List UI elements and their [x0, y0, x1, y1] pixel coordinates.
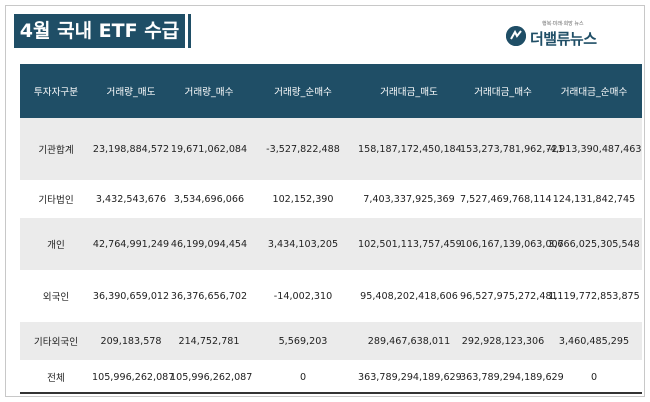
table-row: 전체 105,996,262,087 105,996,262,087 0 363… — [20, 360, 642, 394]
table-row: 개인 42,764,991,249 46,199,094,454 3,434,1… — [20, 218, 642, 270]
cell-value: 95,408,202,418,606 — [360, 290, 458, 302]
page-title: 4월 국내 ETF 수급 — [14, 14, 188, 48]
cell-value: 289,467,638,011 — [358, 322, 460, 360]
cell-value: 363,789,294,189,629 — [460, 371, 564, 383]
cell-value: 3,534,696,066 — [173, 193, 245, 205]
header-investor-type: 투자자구분 — [20, 64, 92, 118]
cell-value: 36,376,656,702 — [170, 290, 248, 302]
cell-value: 96,527,975,272,481 — [460, 290, 558, 302]
cell-value: 23,198,884,572 — [92, 118, 170, 180]
cell-value: 42,764,991,249 — [92, 218, 170, 270]
header-volume-sell: 거래량_매도 — [92, 64, 170, 118]
cell-value: 363,789,294,189,629 — [358, 371, 462, 383]
content-frame: 4월 국내 ETF 수급 행복·미래·희망 뉴스 더밸류뉴스 투자자구분 거래량… — [5, 5, 645, 397]
cell-value: 36,390,659,012 — [92, 290, 170, 302]
cell-investor: 외국인 — [42, 292, 70, 303]
cell-value: 105,996,262,087 — [170, 371, 253, 383]
header-amount-sell: 거래대금_매도 — [358, 64, 460, 118]
cell-investor: 기타외국인 — [20, 322, 92, 360]
brand-logo: 행복·미래·희망 뉴스 더밸류뉴스 — [506, 20, 626, 48]
cell-value: 5,569,203 — [248, 322, 358, 360]
header-amount-net: 거래대금_순매수 — [546, 64, 642, 118]
cell-value: 3,432,543,676 — [95, 193, 167, 205]
cell-value: 7,527,469,768,114 — [460, 193, 552, 205]
cell-value: 153,273,781,962,721 — [460, 118, 564, 180]
cell-value: 124,131,842,745 — [552, 193, 636, 205]
cell-value: -14,002,310 — [273, 290, 333, 302]
etf-flow-table: 투자자구분 거래량_매도 거래량_매수 거래량_순매수 거래대금_매도 거래대금… — [20, 64, 642, 394]
table-row: 기타외국인 209,183,578 214,752,781 5,569,203 … — [20, 322, 642, 360]
cell-value: -3,527,822,488 — [248, 118, 358, 180]
logo-tagline: 행복·미래·희망 뉴스 — [542, 21, 584, 27]
cell-value: 3,460,485,295 — [546, 322, 642, 360]
cell-value: 105,996,262,087 — [92, 371, 175, 383]
cell-value: 106,167,139,063,007 — [460, 218, 564, 270]
cell-investor: 개인 — [20, 218, 92, 270]
cell-investor: 기타법인 — [38, 195, 74, 206]
cell-investor: 기관합계 — [20, 118, 92, 180]
cell-value: -4,913,390,487,463 — [546, 118, 642, 180]
table-row: 외국인 36,390,659,012 36,376,656,702 -14,00… — [20, 270, 642, 322]
cell-value: 3,434,103,205 — [248, 218, 358, 270]
header-volume-buy: 거래량_매수 — [170, 64, 248, 118]
cell-value: 1,119,772,853,875 — [548, 290, 640, 302]
table-header-row: 투자자구분 거래량_매도 거래량_매수 거래량_순매수 거래대금_매도 거래대금… — [20, 64, 642, 118]
cell-value: 214,752,781 — [170, 322, 248, 360]
cell-value: 102,501,113,757,459 — [358, 218, 462, 270]
table-row: 기타법인 3,432,543,676 3,534,696,066 102,152… — [20, 180, 642, 218]
cell-investor: 전체 — [47, 373, 65, 384]
cell-value: 292,928,123,306 — [460, 322, 546, 360]
cell-value: 7,403,337,925,369 — [363, 193, 455, 205]
header-volume-net: 거래량_순매수 — [248, 64, 358, 118]
header-amount-buy: 거래대금_매수 — [460, 64, 546, 118]
cell-value: 3,666,025,305,548 — [546, 218, 642, 270]
table-row: 기관합계 23,198,884,572 19,671,062,084 -3,52… — [20, 118, 642, 180]
cell-value: 209,183,578 — [92, 322, 170, 360]
cell-value: 0 — [299, 371, 307, 383]
cell-value: 46,199,094,454 — [170, 218, 248, 270]
cell-value: 19,671,062,084 — [170, 118, 248, 180]
logo-name: 더밸류뉴스 — [530, 30, 597, 48]
value-news-logo-icon — [506, 26, 526, 46]
table-bottom-rule — [20, 392, 642, 394]
cell-value: 158,187,172,450,184 — [358, 118, 462, 180]
cell-value: 102,152,390 — [272, 193, 334, 205]
